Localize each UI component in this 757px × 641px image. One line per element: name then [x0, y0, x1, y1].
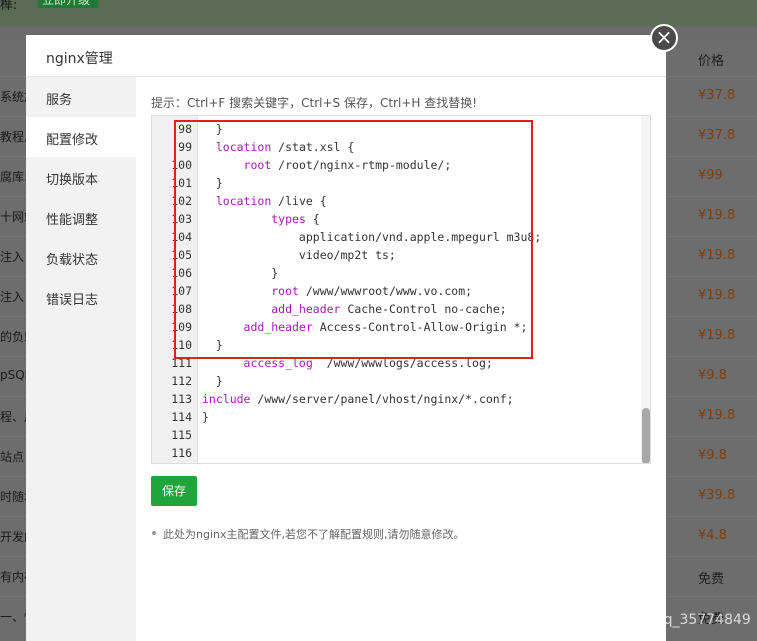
line-number: 114 [171, 410, 192, 424]
code-text: } [202, 374, 223, 388]
editor-scrollbar[interactable] [641, 116, 650, 463]
config-note: 此处为nginx主配置文件,若您不了解配置规则,请勿随意修改。 [152, 526, 465, 542]
code-line: 113 include /www/server/panel/vhost/nginx… [152, 390, 642, 408]
code-text: } [202, 410, 209, 424]
sidebar-item-service[interactable]: 服务 [26, 77, 136, 117]
bullet-icon [152, 531, 156, 535]
hint-text: 提示：Ctrl+F 搜索关键字，Ctrl+S 保存，Ctrl+H 查找替换! [151, 96, 478, 110]
code-text: include /www/server/panel/vhost/nginx/*.… [202, 392, 514, 406]
code-line: 115 [152, 426, 642, 444]
background-row-label: 站点 [0, 450, 25, 464]
background-row-price: ¥37.8 [698, 128, 736, 143]
background-row-price: ¥9.8 [698, 448, 727, 463]
sidebar-item-version[interactable]: 切换版本 [26, 157, 136, 197]
line-number: 113 [171, 392, 192, 406]
highlight-box [174, 120, 533, 359]
background-row-label: 注入 [0, 290, 25, 304]
background-row-price: ¥19.8 [698, 208, 736, 223]
code-line: 116 [152, 444, 642, 462]
background-row-price: ¥99 [698, 168, 723, 183]
config-note-text: 此处为nginx主配置文件,若您不了解配置规则,请勿随意修改。 [163, 528, 465, 541]
background-row-price: ¥37.8 [698, 88, 736, 103]
background-row-label: 注入 [0, 250, 25, 264]
modal-title: nginx管理 [46, 51, 113, 67]
sidebar-item-performance[interactable]: 性能调整 [26, 197, 136, 237]
background-top-bar: 榫: 立即开级 [0, 0, 757, 26]
sidebar-item-load-status[interactable]: 负载状态 [26, 237, 136, 277]
modal-title-bar: nginx管理 [26, 35, 666, 77]
sidebar-item-error-log[interactable]: 错误日志 [26, 277, 136, 317]
editor-scroll-thumb[interactable] [642, 408, 650, 463]
line-number: 116 [171, 446, 192, 460]
background-row-price: ¥19.8 [698, 288, 736, 303]
modal-sidebar: 服务 配置修改 切换版本 性能调整 负载状态 错误日志 [26, 77, 136, 641]
line-number: 115 [171, 428, 192, 442]
sidebar-item-config[interactable]: 配置修改 [26, 117, 136, 157]
watermark: https://blog.csdn.net/qq_35774849 [505, 612, 751, 628]
background-upgrade-button: 立即开级 [38, 0, 98, 8]
code-line: 112 } [152, 372, 642, 390]
background-row-price: ¥19.8 [698, 328, 736, 343]
line-number: 112 [171, 374, 192, 388]
save-button[interactable]: 保存 [151, 476, 197, 506]
background-row-price: 免费 [698, 572, 725, 587]
background-price-header: 价格 [698, 54, 725, 69]
background-row-price: ¥4.8 [698, 528, 727, 543]
background-row-price: ¥9.8 [698, 368, 727, 383]
background-row-price: ¥39.8 [698, 488, 736, 503]
code-line: 114} [152, 408, 642, 426]
close-icon[interactable]: × [650, 24, 678, 52]
background-row-price: ¥19.8 [698, 248, 736, 263]
background-top-label: 榫: [0, 0, 18, 13]
background-row-price: ¥19.8 [698, 408, 736, 423]
